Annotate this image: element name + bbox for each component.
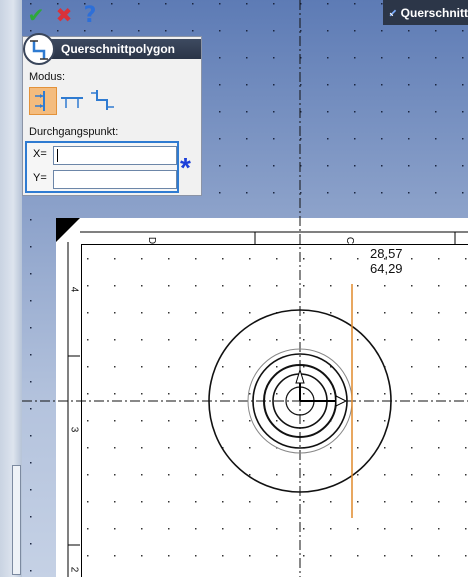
scroll-handle[interactable]	[12, 465, 21, 575]
mode-horizontal-button[interactable]	[59, 87, 87, 115]
point-label: Durchgangspunkt:	[29, 126, 119, 138]
panel-title: Querschnittpolygon	[51, 39, 201, 59]
zone-label-2: 2	[68, 566, 80, 573]
required-asterisk: *	[180, 152, 191, 183]
polygon-tool-icon	[23, 33, 55, 65]
mode-stepped-icon	[91, 90, 114, 110]
sheet-corner-marker	[56, 218, 80, 242]
x-label: X=	[33, 148, 47, 160]
point-input-group: X= Y=	[25, 141, 179, 193]
window-title-tab[interactable]: Querschnitt	[383, 0, 468, 25]
mode-label: Modus:	[29, 71, 66, 83]
mode-horizontal-icon	[61, 97, 83, 108]
zone-label-4: 4	[68, 286, 80, 293]
zone-label-c: C	[344, 236, 356, 245]
text-cursor	[57, 149, 58, 162]
question-icon[interactable]: ?	[80, 3, 100, 28]
y-input[interactable]	[53, 170, 177, 189]
x-icon[interactable]: ✖	[54, 3, 74, 27]
zone-label-3: 3	[68, 426, 80, 433]
mode-vertical-icon	[35, 91, 45, 111]
check-icon[interactable]: ✔	[26, 3, 46, 27]
sheet-frame	[81, 244, 468, 577]
coordinate-y: 64,29	[370, 261, 403, 276]
y-label: Y=	[33, 172, 47, 184]
x-input[interactable]	[53, 146, 177, 165]
querschnittpolygon-panel: Querschnittpolygon Modus: Durchgangspunk…	[22, 33, 202, 196]
coordinate-x: 28,57	[370, 246, 403, 261]
left-panel-strip	[0, 0, 23, 577]
zone-label-d: D	[146, 236, 158, 245]
window-title: Querschnitt	[400, 5, 468, 20]
querschnitt-icon	[389, 9, 397, 16]
mode-vertical-button[interactable]	[29, 87, 57, 115]
mode-stepped-button[interactable]	[89, 87, 117, 115]
